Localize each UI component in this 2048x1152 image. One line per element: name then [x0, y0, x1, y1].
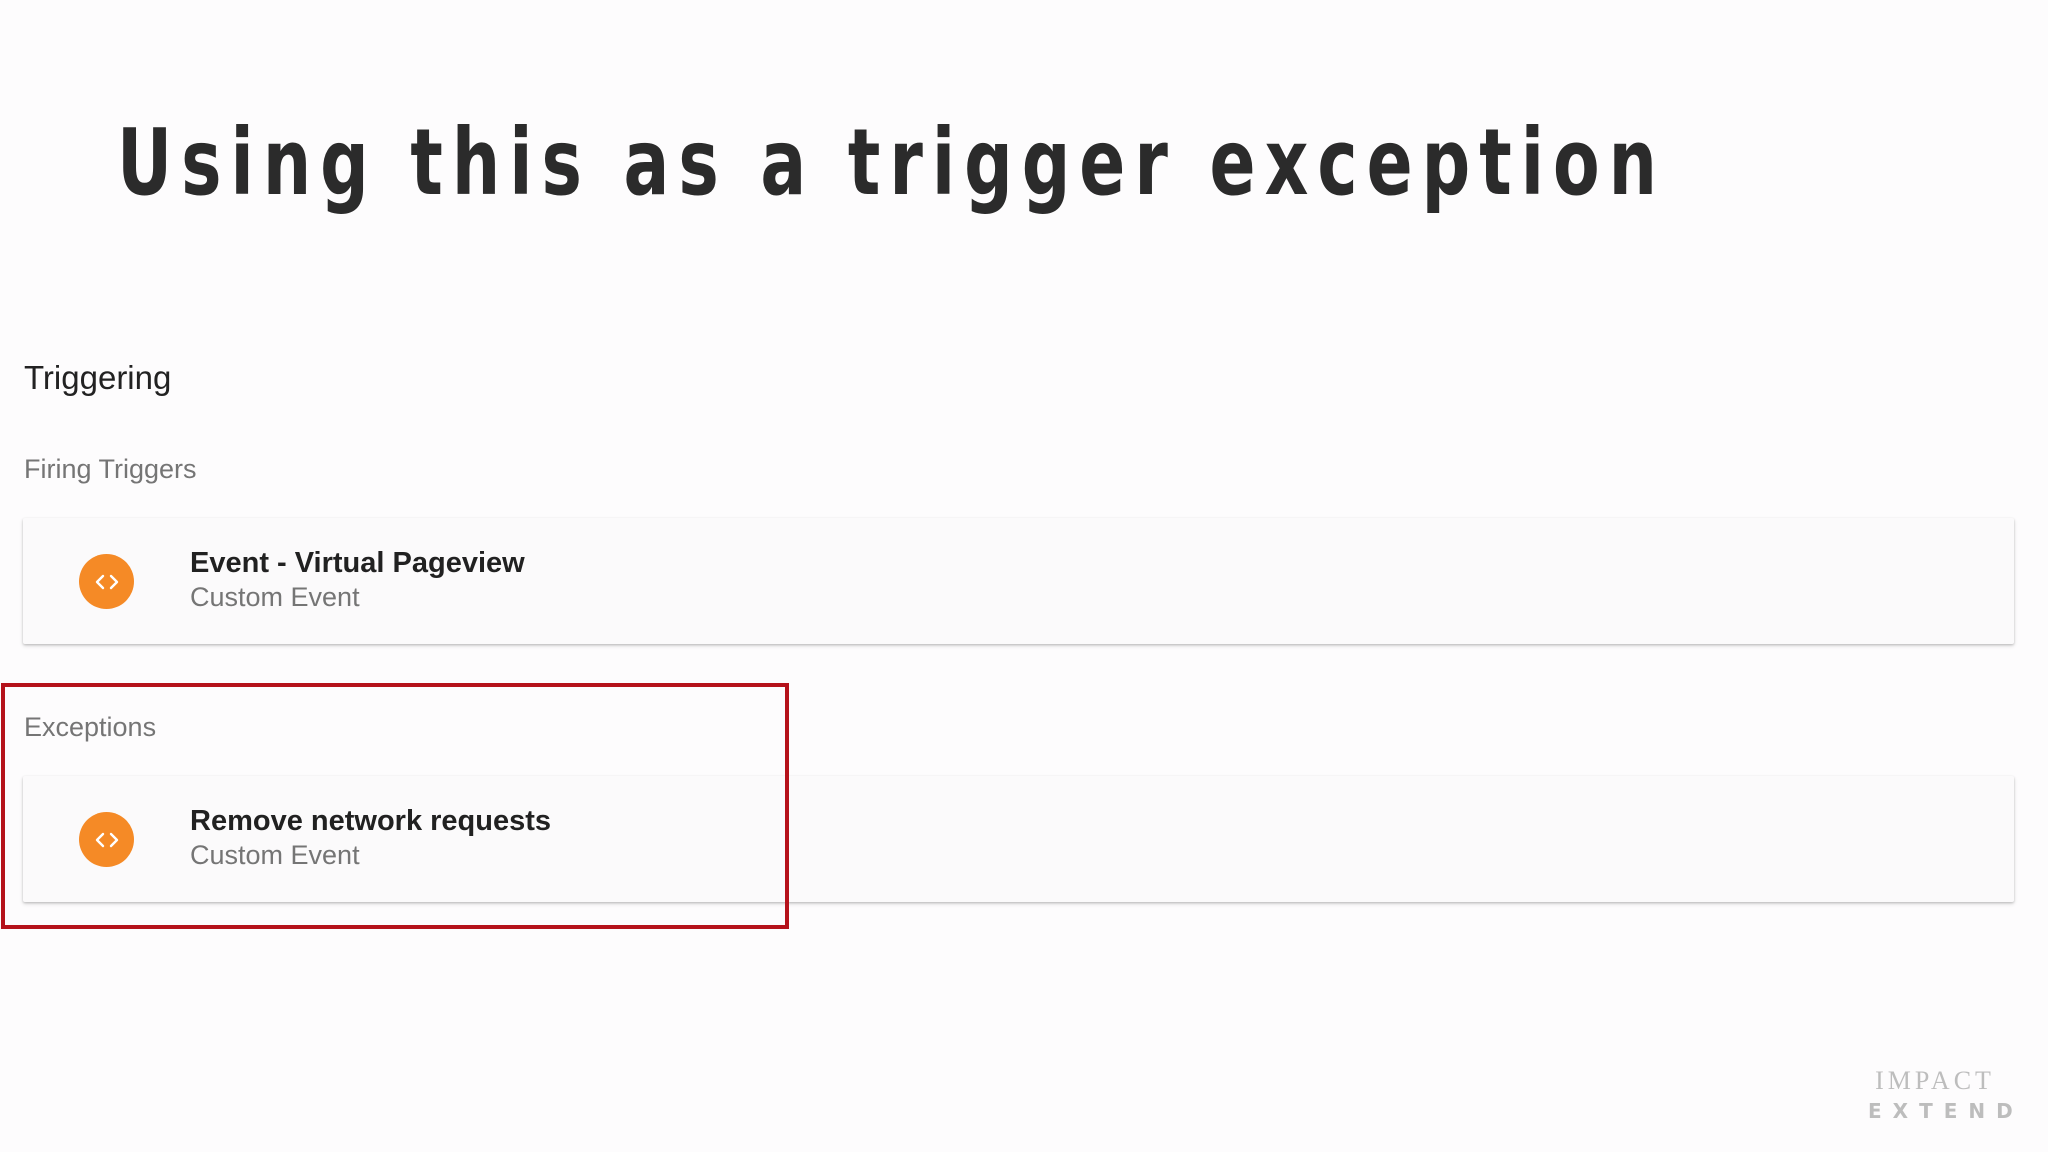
trigger-type: Custom Event: [190, 582, 360, 612]
slide-title: Using this as a trigger exception: [117, 109, 1667, 216]
brand-logo-line1: IMPACT: [1875, 1066, 1995, 1095]
custom-event-code-icon: [79, 812, 134, 867]
trigger-type: Custom Event: [190, 840, 360, 870]
brand-logo-line2: EXTEND: [1868, 1099, 2024, 1123]
firing-triggers-label: Firing Triggers: [24, 454, 197, 484]
exception-trigger-card[interactable]: Remove network requests Custom Event: [23, 776, 2014, 902]
custom-event-code-icon: [79, 554, 134, 609]
trigger-name: Event - Virtual Pageview: [190, 547, 525, 579]
trigger-name: Remove network requests: [190, 805, 552, 837]
triggering-heading: Triggering: [24, 359, 172, 396]
firing-trigger-card[interactable]: Event - Virtual Pageview Custom Event: [23, 518, 2014, 644]
exceptions-label: Exceptions: [24, 712, 157, 742]
brand-logo: IMPACT EXTEND: [1868, 1066, 2013, 1126]
